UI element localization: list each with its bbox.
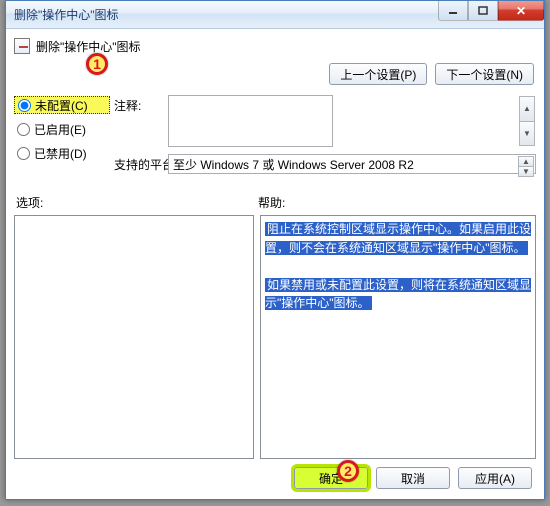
- policy-icon: [14, 38, 30, 54]
- window-title: 删除"操作中心"图标: [14, 6, 119, 23]
- next-setting-button[interactable]: 下一个设置(N): [435, 63, 534, 85]
- ok-button[interactable]: 确定: [294, 467, 368, 489]
- comment-wrap: ▲ ▼: [168, 95, 536, 150]
- platform-spin-up[interactable]: ▲: [518, 156, 534, 167]
- close-icon: ✕: [516, 4, 526, 18]
- radio-enabled-input[interactable]: [17, 123, 30, 136]
- window-buttons: ✕: [438, 1, 544, 21]
- cancel-button[interactable]: 取消: [376, 467, 450, 489]
- radio-not-configured-input[interactable]: [18, 99, 31, 112]
- comment-textarea[interactable]: [168, 95, 333, 147]
- help-paragraph-1: 阻止在系统控制区域显示操作中心。如果启用此设置，则不会在系统通知区域显示"操作中…: [265, 222, 531, 255]
- form-grid: 未配置(C) 已启用(E) 已禁用(D) 注释: ▲ ▼ 支持: [14, 95, 536, 178]
- radio-not-configured[interactable]: 未配置(C): [14, 96, 110, 114]
- supported-platform-field: 至少 Windows 7 或 Windows Server 2008 R2 ▲ …: [168, 154, 536, 174]
- panels: 阻止在系统控制区域显示操作中心。如果启用此设置，则不会在系统通知区域显示"操作中…: [14, 215, 536, 459]
- footer-buttons: 确定 取消 应用(A): [14, 459, 536, 491]
- previous-setting-button[interactable]: 上一个设置(P): [329, 63, 427, 85]
- radio-disabled-input[interactable]: [17, 147, 30, 160]
- maximize-button[interactable]: [468, 1, 498, 21]
- nav-row: 上一个设置(P) 下一个设置(N): [14, 63, 534, 85]
- options-label: 选项:: [16, 194, 258, 211]
- radio-disabled[interactable]: 已禁用(D): [14, 144, 110, 162]
- header-row: 删除"操作中心"图标: [14, 35, 536, 57]
- platform-spin-down[interactable]: ▼: [518, 167, 534, 177]
- radio-not-configured-label: 未配置(C): [35, 97, 88, 114]
- header-text: 删除"操作中心"图标: [36, 38, 141, 55]
- radio-enabled-label: 已启用(E): [34, 121, 86, 138]
- comment-spin-up[interactable]: ▲: [519, 96, 535, 122]
- minimize-icon: [448, 6, 458, 16]
- supported-platform-value: 至少 Windows 7 或 Windows Server 2008 R2: [173, 156, 414, 173]
- policy-dialog-window: 删除"操作中心"图标 ✕ 删除"操作中心"图标 上一个设置(P) 下一个设置(N…: [5, 0, 545, 500]
- platform-label: 支持的平台:: [114, 154, 164, 173]
- help-label: 帮助:: [258, 194, 534, 211]
- maximize-icon: [478, 6, 488, 16]
- client-area: 删除"操作中心"图标 上一个设置(P) 下一个设置(N) 未配置(C) 已启用(…: [6, 29, 544, 499]
- help-panel[interactable]: 阻止在系统控制区域显示操作中心。如果启用此设置，则不会在系统通知区域显示"操作中…: [260, 215, 536, 459]
- options-panel[interactable]: [14, 215, 254, 459]
- radio-enabled[interactable]: 已启用(E): [14, 120, 110, 138]
- comment-spin-down[interactable]: ▼: [519, 122, 535, 147]
- comment-spin: ▲ ▼: [519, 96, 535, 146]
- titlebar: 删除"操作中心"图标 ✕: [6, 1, 544, 29]
- section-labels: 选项: 帮助:: [14, 194, 536, 211]
- close-button[interactable]: ✕: [498, 1, 544, 21]
- radio-disabled-label: 已禁用(D): [34, 145, 87, 162]
- apply-button[interactable]: 应用(A): [458, 467, 532, 489]
- minimize-button[interactable]: [438, 1, 468, 21]
- platform-spin: ▲ ▼: [518, 156, 534, 172]
- help-paragraph-2: 如果禁用或未配置此设置，则将在系统通知区域显示"操作中心"图标。: [265, 278, 531, 311]
- state-radio-group: 未配置(C) 已启用(E) 已禁用(D): [14, 95, 110, 162]
- comment-label: 注释:: [114, 95, 164, 114]
